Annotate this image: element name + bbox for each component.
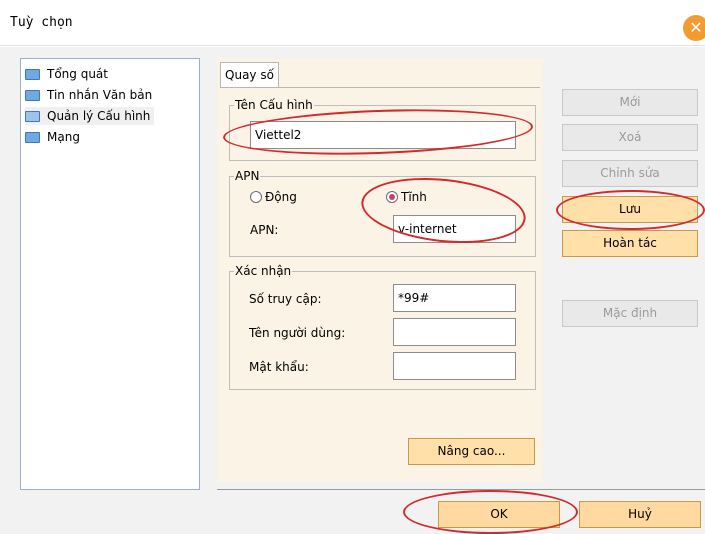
tab-divider [220,87,540,88]
default-button[interactable]: Mặc định [562,300,698,327]
tree-item-label: Quản lý Cấu hình [47,109,151,123]
tree-item-network[interactable]: Mạng [25,128,80,146]
new-button[interactable]: Mới [562,89,698,116]
cancel-button[interactable]: Huỷ [579,501,701,528]
highlight-ring-ok [403,490,578,534]
undo-button[interactable]: Hoàn tác [562,230,698,257]
config-name-legend: Tên Cấu hình [234,98,314,112]
dynamic-radio-label: Động [265,190,297,204]
password-label: Mật khẩu: [249,360,309,374]
folder-icon [25,131,40,143]
settings-tree: Tổng quát Tin nhắn Văn bản Quản lý Cấu h… [20,58,200,490]
title-bar [0,0,705,46]
username-label: Tên người dùng: [249,326,346,340]
access-number-label: Số truy cập: [249,292,322,306]
tree-item-label: Tổng quát [47,67,108,81]
advanced-button[interactable]: Nâng cao... [408,438,535,465]
highlight-ring-save [556,190,705,230]
close-icon[interactable]: ✕ [683,15,705,41]
footer-divider [217,489,705,490]
folder-open-icon [25,110,40,122]
tree-item-config-management[interactable]: Quản lý Cấu hình [25,107,155,125]
folder-icon [25,68,40,80]
tab-dialing[interactable]: Quay số [220,62,279,88]
edit-button[interactable]: Chỉnh sửa [562,160,698,187]
window-title: Tuỳ chọn [10,15,73,30]
tree-item-general[interactable]: Tổng quát [25,65,108,83]
tree-item-label: Tin nhắn Văn bản [47,88,153,102]
username-input[interactable] [393,318,516,346]
dynamic-radio[interactable] [250,191,262,203]
apn-label: APN: [250,223,279,237]
delete-button[interactable]: Xoá [562,124,698,151]
tree-item-label: Mạng [47,130,80,144]
folder-icon [25,89,40,101]
access-number-input[interactable]: *99# [393,284,516,312]
auth-legend: Xác nhận [234,264,293,278]
password-input[interactable] [393,352,516,380]
tree-item-text-messages[interactable]: Tin nhắn Văn bản [25,86,152,104]
apn-legend: APN [234,169,261,183]
